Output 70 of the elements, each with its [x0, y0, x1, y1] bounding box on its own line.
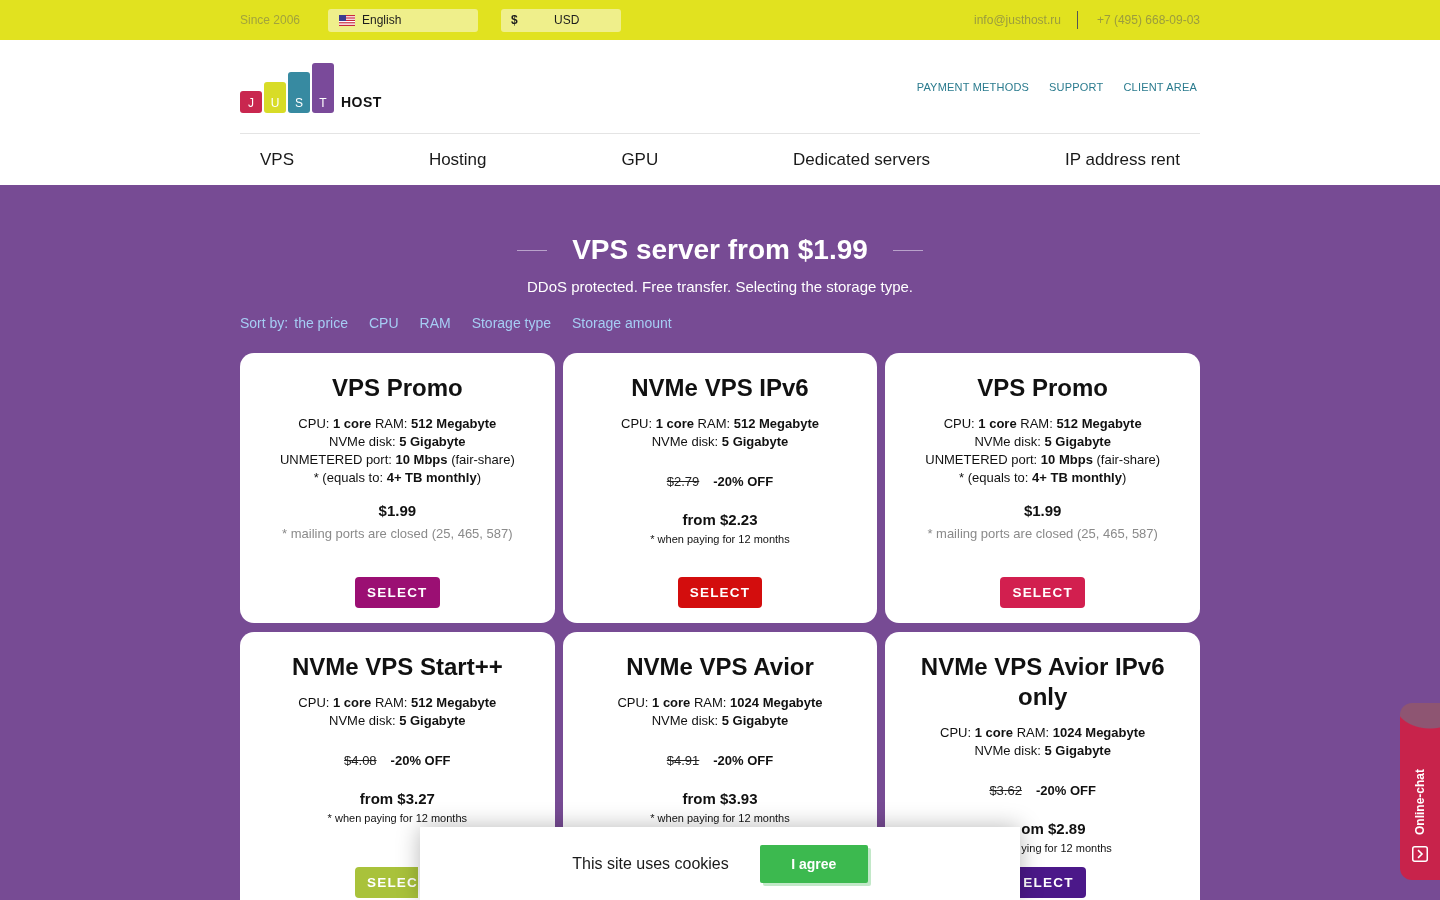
since-text: Since 2006 — [240, 13, 302, 27]
plan-note: * when paying for 12 months — [650, 811, 790, 825]
currency-select[interactable]: $ USD — [501, 8, 621, 32]
spec-line: NVMe disk: 5 Gigabyte — [328, 433, 467, 451]
spec-line: * (equals to: 4+ TB monthly) — [312, 469, 482, 487]
select-button[interactable]: ELECT — [1020, 867, 1086, 898]
select-button[interactable]: SELECT — [355, 577, 440, 608]
plan-note: * mailing ports are closed (25, 465, 587) — [927, 525, 1158, 543]
spec-line: NVMe disk: 5 Gigabyte — [973, 433, 1112, 451]
sort-link[interactable]: RAM — [419, 313, 451, 333]
nav-link[interactable]: IP address rent — [1064, 149, 1180, 170]
page-title: VPS server from $1.99 — [572, 233, 868, 267]
old-price: $2.79 — [666, 473, 700, 491]
plan-title: NVMe VPS Avior — [626, 652, 814, 682]
plan-price: $1.99 — [378, 501, 417, 521]
language-select[interactable]: English — [328, 8, 478, 32]
discount-label: -20% OFF — [390, 752, 451, 770]
flag-icon — [339, 14, 355, 26]
plan-title: NVMe VPS Start++ — [291, 652, 503, 682]
plan-price: om $2.89 — [1021, 819, 1086, 839]
spec-line: NVMe disk: 5 Gigabyte — [650, 433, 790, 451]
plan-price: $1.99 — [1023, 501, 1062, 521]
header-link[interactable]: CLIENT AREA — [1123, 80, 1197, 93]
discount-label: -20% OFF — [1035, 782, 1096, 800]
site-logo[interactable]: J U S T HOST — [240, 62, 382, 113]
discount-label: -20% OFF — [713, 473, 774, 491]
spec-line: CPU: 1 core RAM: 1024 Megabyte — [617, 694, 823, 712]
spec-line: * (equals to: 4+ TB monthly) — [958, 469, 1128, 487]
cookie-text: This site uses cookies — [572, 854, 729, 873]
spec-line: CPU: 1 core RAM: 512 Megabyte — [942, 415, 1143, 433]
spec-line: NVMe disk: 5 Gigabyte — [650, 712, 790, 730]
spec-line: CPU: 1 core RAM: 512 Megabyte — [297, 415, 498, 433]
chevron-square-icon — [1412, 846, 1428, 862]
header-link[interactable]: SUPPORT — [1049, 80, 1104, 93]
plan-title: VPS Promo — [977, 373, 1108, 403]
sort-link[interactable]: the price — [294, 313, 348, 333]
plan-price: from $2.23 — [682, 510, 758, 530]
old-price: $4.91 — [666, 752, 700, 770]
old-price: $3.62 — [989, 782, 1022, 800]
spec-line: UNMETERED port: 10 Mbps (fair-share) — [925, 451, 1161, 469]
sort-label: Sort by: — [240, 314, 289, 333]
plan-note: * mailing ports are closed (25, 465, 587) — [282, 525, 513, 543]
discount-label: -20% OFF — [713, 752, 774, 770]
old-price: $4.08 — [344, 752, 377, 770]
spec-line: CPU: 1 core RAM: 512 Megabyte — [621, 415, 819, 433]
spec-line: UNMETERED port: 10 Mbps (fair-share) — [279, 451, 515, 469]
spec-line: CPU: 1 core RAM: 1024 Megabyte — [940, 724, 1146, 742]
select-button[interactable]: SELECT — [677, 577, 763, 608]
plan-note: * when paying for 12 months — [650, 532, 790, 546]
plan-title: VPS Promo — [331, 373, 463, 403]
spec-line: CPU: 1 core RAM: 512 Megabyte — [298, 694, 497, 712]
plan-price: from $3.93 — [682, 789, 758, 809]
header-link[interactable]: PAYMENT METHODS — [916, 80, 1030, 93]
nav-link[interactable]: Hosting — [428, 149, 487, 170]
chat-tab[interactable]: Online-chat — [1400, 703, 1440, 880]
plan-note: ying for 12 months — [1021, 841, 1112, 855]
nav-link[interactable]: GPU — [621, 149, 659, 170]
plan-note: * when paying for 12 months — [327, 811, 468, 825]
plan-title: NVMe VPS Avior IPv6 only — [919, 652, 1166, 712]
spec-line: NVMe disk: 5 Gigabyte — [973, 742, 1112, 760]
nav-link[interactable]: VPS — [260, 149, 295, 170]
sort-link[interactable]: Storage type — [471, 313, 552, 333]
plan-title: NVMe VPS IPv6 — [631, 373, 809, 403]
nav-link[interactable]: Dedicated servers — [793, 149, 931, 170]
select-button[interactable]: SELECT — [1000, 577, 1085, 608]
plan-price: from $3.27 — [359, 789, 435, 809]
sort-link[interactable]: CPU — [368, 313, 399, 333]
sort-link[interactable]: Storage amount — [572, 313, 672, 333]
page-subtitle: DDoS protected. Free transfer. Selecting the storage type. — [525, 277, 914, 297]
spec-line: NVMe disk: 5 Gigabyte — [328, 712, 467, 730]
